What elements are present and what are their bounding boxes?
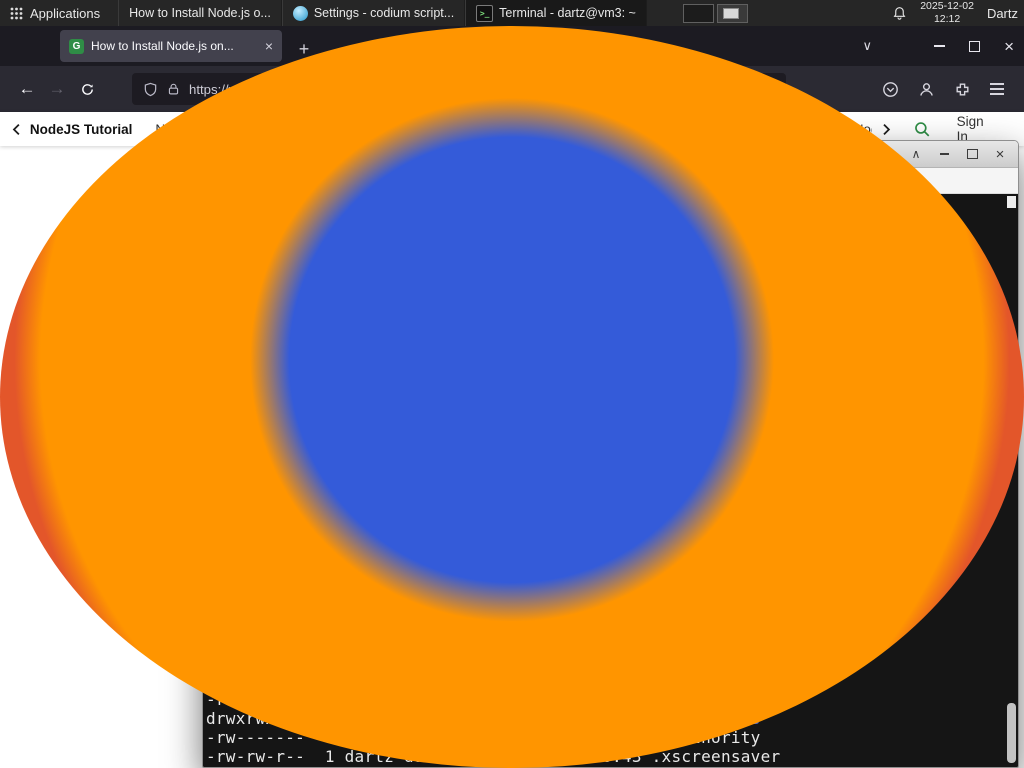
account-icon[interactable] [918, 81, 935, 98]
clock[interactable]: 2025-12-02 12:12 [920, 0, 974, 25]
scrollbar-thumb[interactable] [1007, 703, 1016, 763]
browser-close-button[interactable]: × [1004, 38, 1014, 55]
terminal-maximize-button[interactable] [962, 141, 982, 167]
taskbar-button[interactable]: How to Install Node.js o... [0, 0, 1024, 768]
browser-window-controls: × [934, 26, 1014, 66]
terminal-close-button[interactable]: × [990, 141, 1010, 167]
window-task-list: How to Install Node.js o... Settings - co… [0, 0, 1024, 768]
taskbar-button[interactable]: Settings - codium script... [281, 0, 466, 26]
nav-scroll-left-icon[interactable] [12, 123, 21, 136]
search-icon[interactable] [913, 120, 931, 138]
tab-title: How to Install Node.js on... [91, 39, 234, 53]
forward-button[interactable]: → [42, 74, 72, 104]
terminal-icon: >_ [476, 4, 494, 22]
back-button[interactable]: ← [12, 74, 42, 104]
extensions-icon[interactable] [954, 81, 971, 98]
notification-bell-icon[interactable] [892, 6, 907, 21]
toolbar-right-icons [882, 81, 1012, 98]
gfg-favicon: G [69, 38, 84, 54]
system-tray: 2025-12-02 12:12 Dartz [892, 0, 1024, 26]
applications-grid-icon [10, 7, 23, 19]
clock-time: 12:12 [933, 13, 961, 25]
settings-icon [292, 5, 308, 21]
applications-label: Applications [30, 5, 101, 21]
taskbar-button-label: How to Install Node.js o... [129, 6, 271, 20]
taskbar-button[interactable]: >_ Terminal - dartz@vm3: ~ [465, 0, 647, 26]
firefox-icon [0, 26, 1024, 768]
applications-menu-button[interactable]: Applications [0, 0, 110, 26]
workspace-1[interactable] [682, 3, 714, 23]
clock-date: 2025-12-02 [920, 0, 974, 13]
desktop: Applications How to Install Node.js o...… [0, 0, 1024, 768]
reload-icon [81, 83, 93, 95]
tab-close-icon[interactable]: × [265, 39, 273, 53]
workspace-2[interactable] [716, 3, 748, 23]
taskbar-button-label: Settings - codium script... [313, 6, 455, 20]
reload-button[interactable] [72, 74, 102, 104]
file-name: .xscreensaver [651, 747, 781, 766]
top-panel: Applications How to Install Node.js o...… [0, 0, 1024, 768]
workspace-window-thumb [722, 7, 739, 19]
workspace-pager[interactable] [682, 0, 748, 26]
lock-icon[interactable] [167, 82, 180, 96]
browser-minimize-button[interactable] [934, 45, 946, 47]
taskbar-button-label: Terminal - dartz@vm3: ~ [499, 6, 636, 20]
panel-user-label[interactable]: Dartz [987, 6, 1018, 21]
shield-icon[interactable] [143, 82, 158, 97]
nav-scroll-right-icon[interactable] [882, 123, 891, 136]
browser-tab-active[interactable]: G How to Install Node.js on... × [60, 30, 282, 62]
browser-maximize-button[interactable] [969, 40, 981, 52]
list-all-tabs-button[interactable]: ∨ [862, 26, 872, 66]
menu-icon[interactable] [990, 83, 1004, 95]
site-nav-item[interactable]: NodeJS Tutorial [30, 122, 133, 137]
pocket-icon[interactable] [882, 81, 899, 98]
terminal-minimize-button[interactable] [934, 141, 954, 167]
scrollbar-top-button[interactable] [1007, 196, 1016, 208]
